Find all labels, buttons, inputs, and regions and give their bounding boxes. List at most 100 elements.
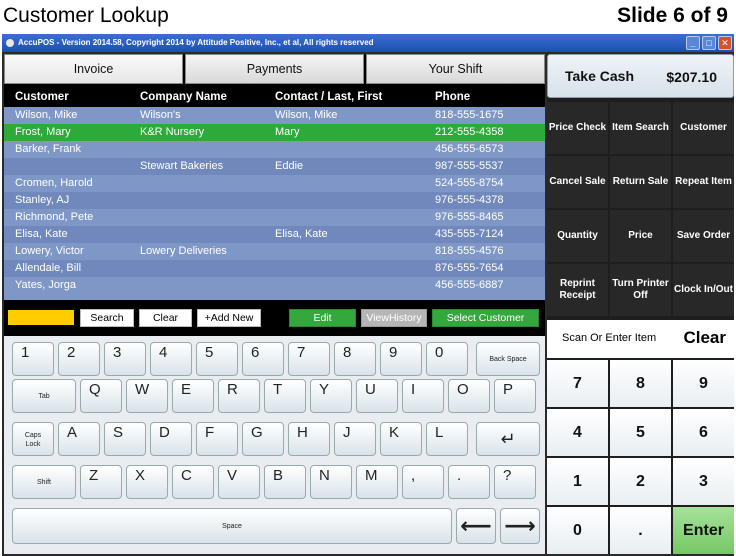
header-phone[interactable]: Phone xyxy=(435,87,470,107)
function-button-turn-printer-off[interactable]: Turn Printer Off xyxy=(610,264,671,316)
key-w[interactable]: W xyxy=(126,379,168,413)
select-customer-button[interactable]: Select Customer xyxy=(432,309,539,327)
key-q[interactable]: Q xyxy=(80,379,122,413)
edit-button[interactable]: Edit xyxy=(289,309,356,327)
scan-input[interactable]: Scan Or Enter Item xyxy=(562,332,656,344)
table-row[interactable]: Barker, Frank 456-555-6573 xyxy=(4,141,545,158)
maximize-icon[interactable]: □ xyxy=(702,36,716,50)
key-4[interactable]: 4 xyxy=(150,342,192,376)
key-u[interactable]: U xyxy=(356,379,398,413)
table-row[interactable]: Lowery, Victor Lowery Deliveries 818-555-4… xyxy=(4,243,545,260)
enter-key[interactable]: ↵ xyxy=(476,422,540,456)
key-j[interactable]: J xyxy=(334,422,376,456)
add-new-button[interactable]: +Add New xyxy=(197,309,261,327)
key-7[interactable]: 7 xyxy=(288,342,330,376)
table-row[interactable]: Stewart Bakeries Eddie 987-555-5537 xyxy=(4,158,545,175)
numpad-1[interactable]: 1 xyxy=(547,458,608,505)
key-d[interactable]: D xyxy=(150,422,192,456)
table-row[interactable]: Wilson, Mike Wilson's Wilson, Mike 818-555-… xyxy=(4,107,545,124)
key-p[interactable]: P xyxy=(494,379,536,413)
header-customer[interactable]: Customer xyxy=(15,87,69,107)
key-r[interactable]: R xyxy=(218,379,260,413)
table-row[interactable]: Richmond, Pete 976-555-8465 xyxy=(4,209,545,226)
table-row[interactable]: Allendale, Bill 876-555-7654 xyxy=(4,260,545,277)
key-comma[interactable]: , xyxy=(402,465,444,499)
key-s[interactable]: S xyxy=(104,422,146,456)
key-0[interactable]: 0 xyxy=(426,342,468,376)
table-row[interactable]: Frost, Mary K&R Nursery Mary 212-555-4358 xyxy=(4,124,545,141)
key-a[interactable]: A xyxy=(58,422,100,456)
numpad-4[interactable]: 4 xyxy=(547,409,608,456)
table-row[interactable]: Cromen, Harold 524-555-8754 xyxy=(4,175,545,192)
minimize-icon[interactable]: _ xyxy=(686,36,700,50)
key-3[interactable]: 3 xyxy=(104,342,146,376)
key-c[interactable]: C xyxy=(172,465,214,499)
key-5[interactable]: 5 xyxy=(196,342,238,376)
key-question[interactable]: ? xyxy=(494,465,536,499)
scan-clear-button[interactable]: Clear xyxy=(683,328,726,348)
tab-your-shift[interactable]: Your Shift xyxy=(366,54,545,84)
backspace-key[interactable]: Back Space xyxy=(476,342,540,376)
table-row[interactable]: Stanley, AJ 976-555-4378 xyxy=(4,192,545,209)
key-2[interactable]: 2 xyxy=(58,342,100,376)
function-button-price[interactable]: Price xyxy=(610,210,671,262)
function-button-item-search[interactable]: Item Search xyxy=(610,102,671,154)
clear-button[interactable]: Clear xyxy=(139,309,192,327)
function-button-repeat-item[interactable]: Repeat Item xyxy=(673,156,734,208)
search-button[interactable]: Search xyxy=(80,309,134,327)
key-x[interactable]: X xyxy=(126,465,168,499)
numpad-0[interactable]: 0 xyxy=(547,507,608,554)
key-z[interactable]: Z xyxy=(80,465,122,499)
numpad-decimal[interactable]: . xyxy=(610,507,671,554)
numpad-8[interactable]: 8 xyxy=(610,360,671,407)
key-e[interactable]: E xyxy=(172,379,214,413)
numpad-9[interactable]: 9 xyxy=(673,360,734,407)
function-button-reprint-receipt[interactable]: Reprint Receipt xyxy=(547,264,608,316)
key-l[interactable]: L xyxy=(426,422,468,456)
numpad-2[interactable]: 2 xyxy=(610,458,671,505)
key-v[interactable]: V xyxy=(218,465,260,499)
close-icon[interactable]: ✕ xyxy=(718,36,732,50)
space-key[interactable]: Space xyxy=(12,508,452,544)
take-cash-button[interactable]: Take Cash $207.10 xyxy=(547,54,734,98)
key-h[interactable]: H xyxy=(288,422,330,456)
function-button-price-check[interactable]: Price Check xyxy=(547,102,608,154)
key-period[interactable]: . xyxy=(448,465,490,499)
view-history-button[interactable]: ViewHistory xyxy=(361,309,427,327)
function-button-customer[interactable]: Customer xyxy=(673,102,734,154)
key-f[interactable]: F xyxy=(196,422,238,456)
tab-payments[interactable]: Payments xyxy=(185,54,364,84)
key-o[interactable]: O xyxy=(448,379,490,413)
key-i[interactable]: I xyxy=(402,379,444,413)
arrow-left-key[interactable]: ⟵ xyxy=(456,508,496,544)
tab-invoice[interactable]: Invoice xyxy=(4,54,183,84)
key-1[interactable]: 1 xyxy=(12,342,54,376)
shift-key[interactable]: Shift xyxy=(12,465,76,499)
caps-lock-key[interactable]: Caps Lock xyxy=(12,422,54,456)
function-button-return-sale[interactable]: Return Sale xyxy=(610,156,671,208)
search-field[interactable] xyxy=(8,310,74,325)
numpad-3[interactable]: 3 xyxy=(673,458,734,505)
key-b[interactable]: B xyxy=(264,465,306,499)
key-9[interactable]: 9 xyxy=(380,342,422,376)
function-button-clock-in-out[interactable]: Clock In/Out xyxy=(673,264,734,316)
function-button-save-order[interactable]: Save Order xyxy=(673,210,734,262)
key-g[interactable]: G xyxy=(242,422,284,456)
key-k[interactable]: K xyxy=(380,422,422,456)
numpad-7[interactable]: 7 xyxy=(547,360,608,407)
function-button-cancel-sale[interactable]: Cancel Sale xyxy=(547,156,608,208)
tab-key[interactable]: Tab xyxy=(12,379,76,413)
key-y[interactable]: Y xyxy=(310,379,352,413)
function-button-quantity[interactable]: Quantity xyxy=(547,210,608,262)
key-n[interactable]: N xyxy=(310,465,352,499)
numpad-5[interactable]: 5 xyxy=(610,409,671,456)
key-m[interactable]: M xyxy=(356,465,398,499)
key-6[interactable]: 6 xyxy=(242,342,284,376)
header-company[interactable]: Company Name xyxy=(140,87,227,107)
header-contact[interactable]: Contact / Last, First xyxy=(275,87,382,107)
key-8[interactable]: 8 xyxy=(334,342,376,376)
arrow-right-key[interactable]: ⟶ xyxy=(500,508,540,544)
table-row[interactable]: Elisa, Kate Elisa, Kate 435-555-7124 xyxy=(4,226,545,243)
enter-button[interactable]: Enter xyxy=(673,507,734,554)
numpad-6[interactable]: 6 xyxy=(673,409,734,456)
